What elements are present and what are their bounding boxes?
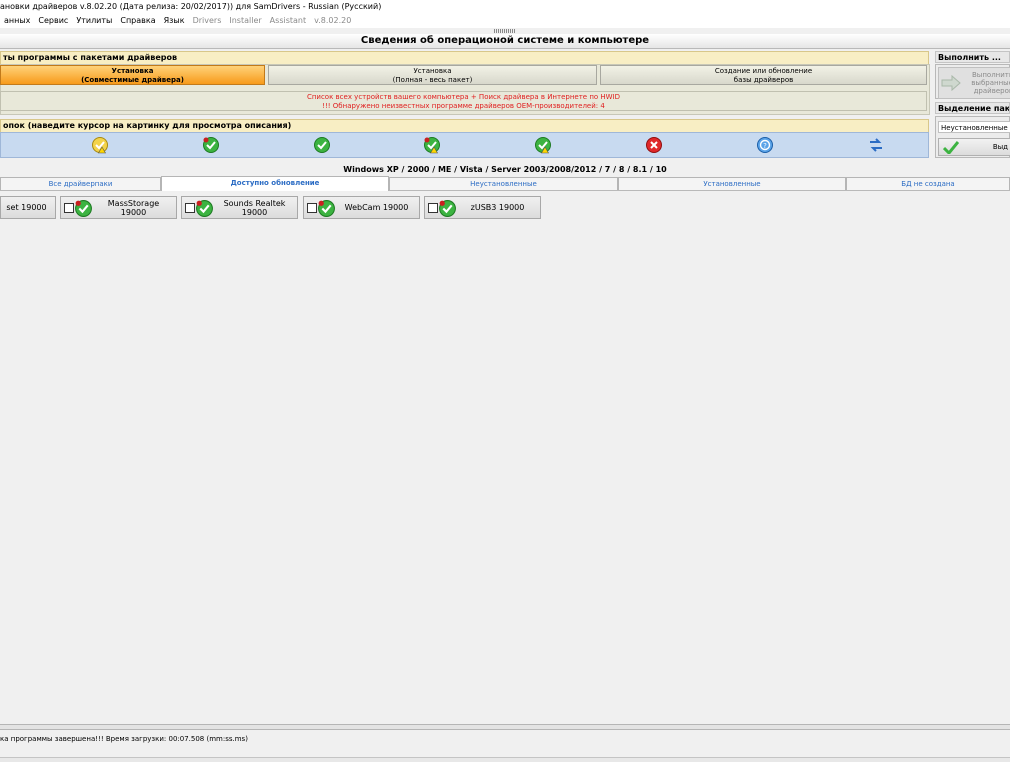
tab-update-available[interactable]: Доступно обновление — [161, 176, 389, 191]
check-new-icon — [439, 200, 456, 217]
device-list-button[interactable]: Список всех устройств вашего компьютера … — [0, 91, 927, 111]
driver-pack-checkbox[interactable] — [307, 203, 317, 213]
tab-installed[interactable]: Установленные — [618, 177, 846, 190]
check-warning-icon[interactable] — [423, 136, 441, 154]
driver-pack-tile[interactable]: Sounds Realtek 19000 — [181, 196, 298, 219]
run-selected-button[interactable]: Выполнить выбранные драйверов — [938, 67, 1010, 99]
run-panel-title: Выполнить ... — [935, 51, 1010, 63]
arrow-right-icon — [941, 74, 961, 92]
driver-pack-label: WebCam 19000 — [344, 203, 409, 212]
modes-panel-title: ты программы с пакетами драйверов — [0, 51, 929, 65]
driver-pack-checkbox[interactable] — [428, 203, 438, 213]
driver-pack-label: MassStorage 19000 — [107, 198, 160, 217]
install-compatible-line2: (Совместимые драйвера) — [81, 76, 184, 84]
status-text: ка программы завершена!!! Время загрузки… — [0, 735, 248, 743]
check-new-icon[interactable] — [202, 136, 220, 154]
bottom-border — [0, 757, 1010, 762]
svg-text:?: ? — [763, 142, 767, 150]
os-compat-label: Windows XP / 2000 / ME / Vista / Server … — [343, 165, 667, 174]
menu-item-service[interactable]: Сервис — [34, 14, 72, 28]
window-title: ановки драйверов v.8.02.20 (Дата релиза:… — [0, 2, 382, 11]
menu-brand-assistant: Assistant — [269, 16, 307, 25]
folder-warning-icon[interactable] — [91, 136, 109, 154]
run-selected-line1: Выполнить — [972, 71, 1010, 79]
status-splitter[interactable] — [0, 724, 1010, 730]
driver-pack-label: Sounds Realtek 19000 — [223, 198, 286, 217]
splitter-grip[interactable] — [494, 29, 516, 33]
menu-brand-drivers: Drivers — [192, 16, 222, 25]
tab-db-not-created[interactable]: БД не создана — [846, 177, 1010, 190]
select-packs-label: Выд — [992, 143, 1008, 151]
install-full-button[interactable]: Установка (Полная - весь пакет) — [268, 65, 597, 85]
driver-pack-tile[interactable]: WebCam 19000 — [303, 196, 420, 219]
tab-not-installed[interactable]: Неустановленные — [389, 177, 618, 190]
install-compatible-line1: Установка — [111, 67, 154, 75]
check-warning-icon-2[interactable] — [534, 136, 552, 154]
select-packs-button[interactable]: Выд — [938, 138, 1010, 156]
install-full-line2: (Полная - весь пакет) — [392, 76, 473, 84]
oem-warning-line: !!! Обнаружено неизвестных программе дра… — [322, 102, 605, 110]
menu-item-utilities[interactable]: Утилиты — [72, 14, 116, 28]
check-icon[interactable] — [313, 136, 331, 154]
run-selected-line2: выбранные — [971, 79, 1010, 87]
filters-panel-title: опок (наведите курсор на картинку для пр… — [0, 119, 929, 133]
system-info-header[interactable]: Сведения об операционой системе и компью… — [0, 34, 1010, 49]
window-titlebar: ановки драйверов v.8.02.20 (Дата релиза:… — [0, 0, 1010, 14]
driver-tabs: Все драйверпаки Доступно обновление Неус… — [0, 176, 1010, 191]
checkmark-icon — [943, 141, 959, 154]
create-database-button[interactable]: Создание или обновление базы драйверов — [600, 65, 927, 85]
driver-pack-tile[interactable]: MassStorage 19000 — [60, 196, 177, 219]
install-compatible-button[interactable]: Установка (Совместимые драйвера) — [0, 65, 265, 85]
menu-item-data[interactable]: анных — [0, 14, 34, 28]
run-selected-label: Выполнить выбранные драйверов — [961, 71, 1010, 95]
error-icon[interactable] — [645, 136, 663, 154]
select-panel-title: Выделение пакето — [935, 102, 1010, 114]
install-full-line1: Установка — [413, 67, 452, 75]
driver-pack-tile[interactable]: set 19000 — [0, 196, 56, 219]
run-panel: Выполнить выбранные драйверов — [935, 64, 1010, 99]
menu-version: v.8.02.20 — [314, 16, 352, 25]
menu-brand-installer: Installer — [229, 16, 262, 25]
select-panel: Неустановленные Выд — [935, 116, 1010, 158]
driver-pack-label: zUSB3 19000 — [470, 203, 525, 212]
driver-pack-checkbox[interactable] — [185, 203, 195, 213]
menu-bar: анных Сервис Утилиты Справка Язык Driver… — [0, 14, 1010, 28]
driver-pack-tile[interactable]: zUSB3 19000 — [424, 196, 541, 219]
help-icon[interactable]: ? — [756, 136, 774, 154]
refresh-icon[interactable] — [867, 136, 885, 154]
check-new-icon — [318, 200, 335, 217]
driver-pack-checkbox[interactable] — [64, 203, 74, 213]
create-database-line1: Создание или обновление — [714, 67, 813, 75]
menu-item-help[interactable]: Справка — [116, 14, 159, 28]
device-list-line1: Список всех устройств вашего компьютера … — [306, 93, 621, 101]
run-selected-line3: драйверов — [973, 87, 1010, 95]
menu-item-language[interactable]: Язык — [160, 14, 189, 28]
create-database-line2: базы драйверов — [733, 76, 794, 84]
pack-select-dropdown[interactable]: Неустановленные — [938, 121, 1010, 133]
check-new-icon — [196, 200, 213, 217]
check-new-icon — [75, 200, 92, 217]
filter-icon-row: ? — [0, 132, 929, 158]
driver-pack-label: set 19000 — [6, 203, 47, 212]
tab-all-driverpacks[interactable]: Все драйверпаки — [0, 177, 161, 190]
